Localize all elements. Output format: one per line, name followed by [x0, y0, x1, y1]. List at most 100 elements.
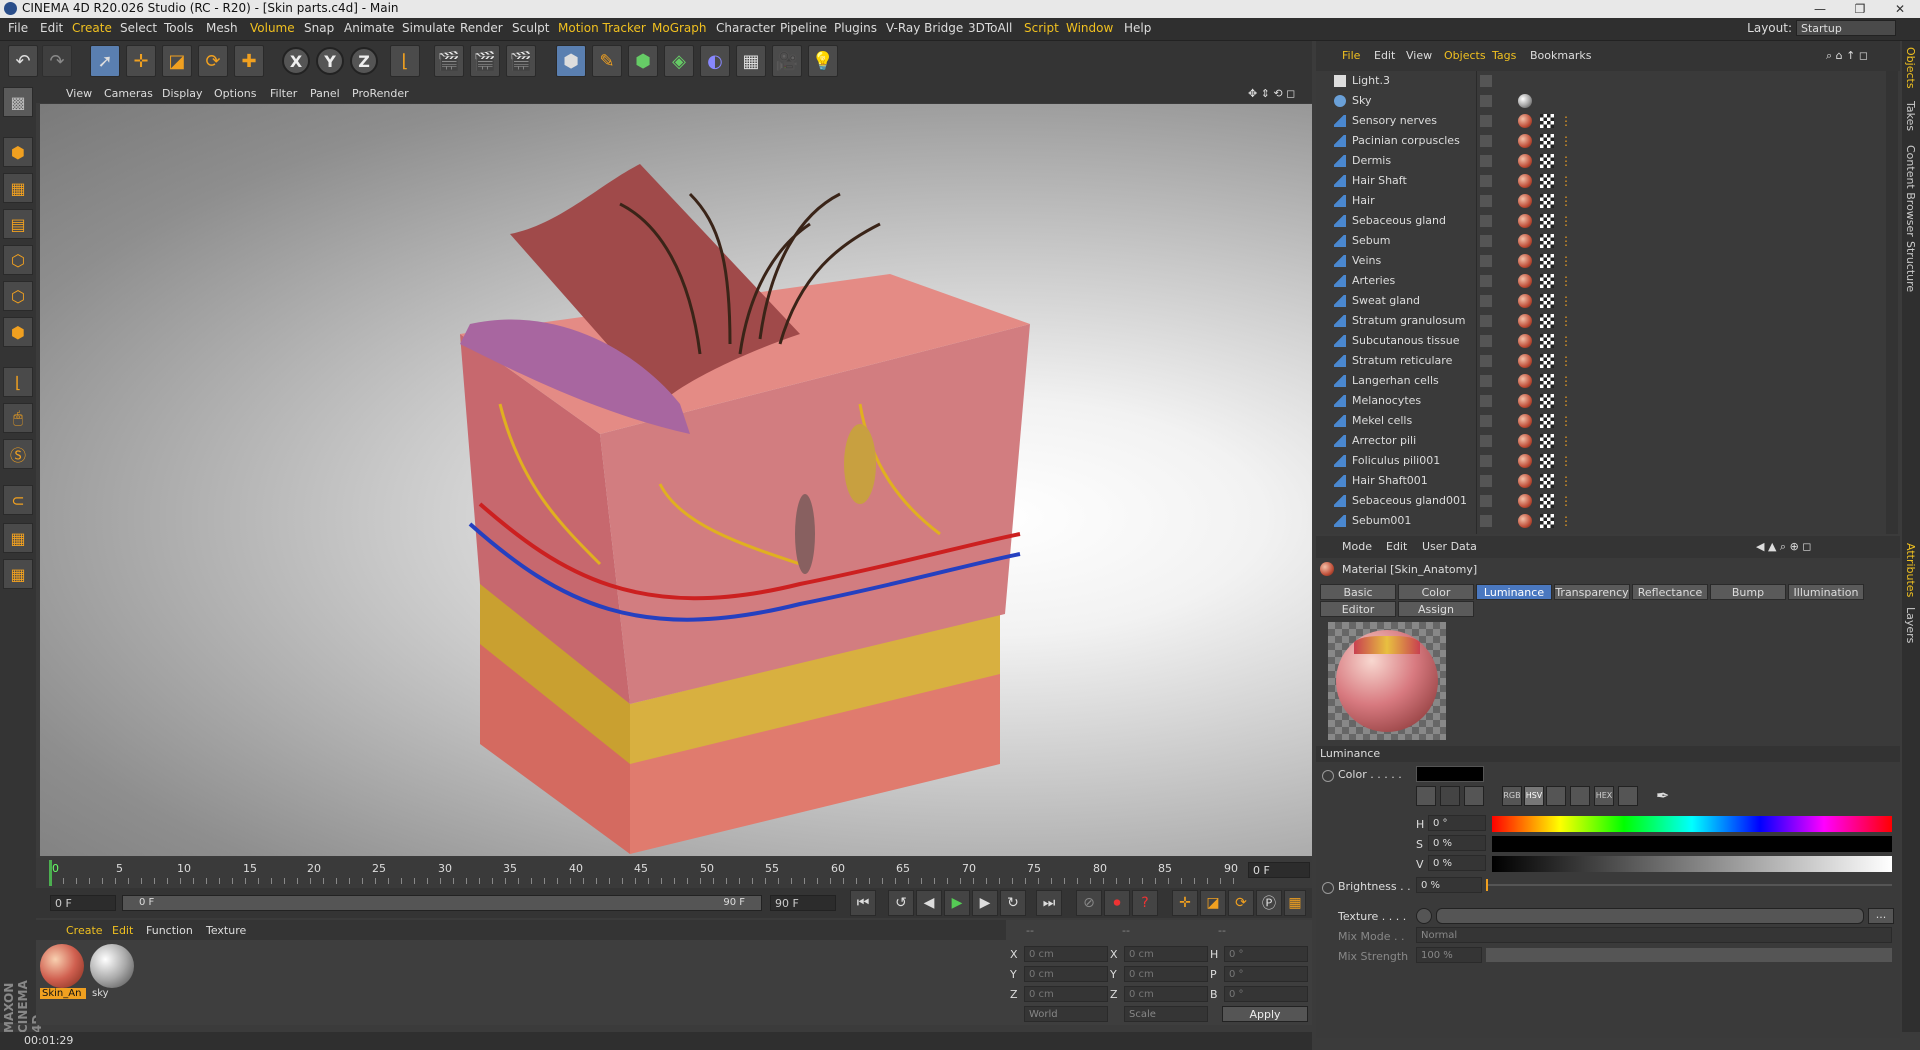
hsv-mode[interactable]: HSV	[1524, 786, 1544, 806]
visibility-toggle[interactable]	[1480, 115, 1492, 127]
om-menu-edit[interactable]: Edit	[1374, 49, 1395, 62]
tab-bump[interactable]: Bump	[1710, 584, 1786, 600]
key-rotation-button[interactable]: ⟳	[1228, 890, 1254, 916]
eyedropper-icon[interactable]: ✒	[1656, 786, 1669, 805]
material-tag-icon[interactable]	[1518, 274, 1532, 288]
vp-menu-display[interactable]: Display	[162, 87, 203, 100]
material-tag-icon[interactable]	[1518, 294, 1532, 308]
menu-sculpt[interactable]: Sculpt	[512, 21, 549, 35]
menu-edit[interactable]: Edit	[40, 21, 63, 35]
hue-slider[interactable]	[1492, 816, 1892, 832]
floor-button[interactable]: ▦	[736, 45, 766, 77]
phong-tag-icon[interactable]: ⋮	[1560, 394, 1572, 408]
kelvin-mode[interactable]	[1546, 786, 1566, 806]
cube-primitive-button[interactable]: ⬢	[556, 45, 586, 77]
make-editable-button[interactable]: ▩	[3, 87, 33, 117]
am-menu-user-data[interactable]: User Data	[1422, 540, 1477, 553]
v-field[interactable]: 0 %	[1428, 855, 1486, 871]
phong-tag-icon[interactable]: ⋮	[1560, 414, 1572, 428]
material-tag-icon[interactable]	[1518, 514, 1532, 528]
tab-luminance[interactable]: Luminance	[1476, 584, 1552, 600]
object-row[interactable]: Sensory nerves ⋮	[1316, 111, 1896, 131]
phong-tag-icon[interactable]: ⋮	[1560, 134, 1572, 148]
tab-editor[interactable]: Editor	[1320, 601, 1396, 617]
visibility-toggle[interactable]	[1480, 455, 1492, 467]
visibility-toggle[interactable]	[1480, 395, 1492, 407]
apply-button[interactable]: Apply	[1222, 1006, 1308, 1022]
key-param-button[interactable]: Ⓟ	[1256, 890, 1282, 916]
om-menu-tags[interactable]: Tags	[1492, 49, 1516, 62]
texture-tag-icon[interactable]	[1540, 174, 1554, 188]
texture-tag-icon[interactable]	[1540, 294, 1554, 308]
solo-button[interactable]: Ⓢ	[3, 439, 33, 469]
brightness-slider[interactable]	[1486, 879, 1892, 891]
texture-tag-icon[interactable]	[1540, 114, 1554, 128]
side-tab-layers[interactable]: Layers	[1904, 607, 1917, 643]
material-tag-icon[interactable]	[1518, 154, 1532, 168]
phong-tag-icon[interactable]: ⋮	[1560, 314, 1572, 328]
size-y-field[interactable]: 0 cm	[1124, 966, 1208, 982]
mat-menu-function[interactable]: Function	[146, 924, 193, 937]
tab-basic[interactable]: Basic	[1320, 584, 1396, 600]
material-tag-icon[interactable]	[1518, 454, 1532, 468]
array-button[interactable]: ◈	[664, 45, 694, 77]
planar-workplane-button[interactable]: ▦	[3, 559, 33, 589]
brightness-field[interactable]: 0 %	[1416, 877, 1482, 893]
current-frame-field[interactable]: 0 F	[1248, 862, 1310, 878]
om-search-icons[interactable]: ⌕ ⌂ ↑ ◻	[1826, 49, 1868, 63]
visibility-toggle[interactable]	[1480, 475, 1492, 487]
record-active-button[interactable]: ⊘	[1076, 890, 1102, 916]
object-row[interactable]: Langerhan cells ⋮	[1316, 371, 1896, 391]
menu-tools[interactable]: Tools	[164, 21, 194, 35]
visibility-toggle[interactable]	[1480, 235, 1492, 247]
menu-vray-bridge[interactable]: V-Ray Bridge	[886, 21, 963, 35]
texture-tag-icon[interactable]	[1540, 494, 1554, 508]
menu-volume[interactable]: Volume	[250, 21, 295, 35]
visibility-toggle[interactable]	[1480, 215, 1492, 227]
om-menu-bookmarks[interactable]: Bookmarks	[1530, 49, 1591, 62]
rotation-p-field[interactable]: 0 °	[1224, 966, 1308, 982]
object-row[interactable]: Stratum granulosum ⋮	[1316, 311, 1896, 331]
side-tab-attributes[interactable]: Attributes	[1904, 543, 1917, 597]
snap-button[interactable]: ⊂	[3, 485, 33, 515]
mixer-mode[interactable]	[1570, 786, 1590, 806]
texture-browse-button[interactable]: ...	[1868, 908, 1894, 924]
position-y-field[interactable]: 0 cm	[1024, 966, 1108, 982]
coord-scale-select[interactable]: Scale	[1124, 1006, 1208, 1022]
timeline[interactable]: 0 5 10 15 20 25 30 35 40 45 50 55 60 65 …	[36, 858, 1312, 888]
object-row[interactable]: Veins ⋮	[1316, 251, 1896, 271]
scale-tool[interactable]: ◪	[162, 45, 192, 77]
visibility-toggle[interactable]	[1480, 375, 1492, 387]
menu-create[interactable]: Create	[72, 21, 112, 35]
texture-tag-icon[interactable]	[1540, 454, 1554, 468]
menu-mograph[interactable]: MoGraph	[652, 21, 707, 35]
position-z-field[interactable]: 0 cm	[1024, 986, 1108, 1002]
phong-tag-icon[interactable]: ⋮	[1560, 194, 1572, 208]
rotate-tool[interactable]: ⟳	[198, 45, 228, 77]
spectrum-mode[interactable]	[1440, 786, 1460, 806]
material-tag-icon[interactable]	[1518, 174, 1532, 188]
material-tag-icon[interactable]	[1518, 234, 1532, 248]
material-tag-icon[interactable]	[1518, 474, 1532, 488]
vp-menu-panel[interactable]: Panel	[310, 87, 340, 100]
menu-pipeline[interactable]: Pipeline	[780, 21, 827, 35]
material-tag-icon[interactable]	[1518, 334, 1532, 348]
object-row[interactable]: Dermis ⋮	[1316, 151, 1896, 171]
material-preview[interactable]	[1328, 622, 1446, 740]
menu-script[interactable]: Script	[1024, 21, 1059, 35]
object-row[interactable]: Melanocytes ⋮	[1316, 391, 1896, 411]
menu-3dtoall[interactable]: 3DToAll	[968, 21, 1012, 35]
end-frame-field[interactable]: 90 F	[770, 895, 836, 911]
material-tag-icon[interactable]	[1518, 314, 1532, 328]
mixstrength-slider[interactable]	[1486, 948, 1892, 962]
phong-tag-icon[interactable]: ⋮	[1560, 514, 1572, 528]
texture-tag-icon[interactable]	[1540, 214, 1554, 228]
material-swatch[interactable]: sky	[90, 944, 136, 1002]
texture-tag-icon[interactable]	[1540, 234, 1554, 248]
phong-tag-icon[interactable]: ⋮	[1560, 354, 1572, 368]
visibility-toggle[interactable]	[1480, 335, 1492, 347]
visibility-toggle[interactable]	[1480, 435, 1492, 447]
autokey-button[interactable]: ⏺	[1104, 890, 1130, 916]
texture-tag-icon[interactable]	[1540, 354, 1554, 368]
texture-tag-icon[interactable]	[1540, 134, 1554, 148]
